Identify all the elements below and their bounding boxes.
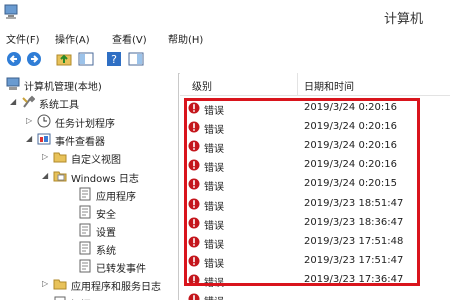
folder-icon: [53, 152, 67, 163]
svg-text:?: ?: [111, 53, 117, 66]
computer-management-icon: [6, 77, 20, 90]
expand-arrow-icon[interactable]: ▷: [42, 152, 51, 162]
subscription-icon: [54, 296, 66, 300]
up-folder-icon[interactable]: [56, 51, 72, 67]
error-icon: [188, 293, 200, 300]
collapse-arrow-icon[interactable]: ◢: [42, 171, 51, 181]
window-title: 计算机: [384, 12, 424, 27]
properties-pane-icon[interactable]: [128, 51, 144, 67]
clock-icon: [37, 114, 51, 128]
collapse-arrow-icon[interactable]: ◢: [10, 97, 19, 107]
show-hide-tree-icon[interactable]: [78, 51, 94, 67]
event-viewer-icon: [37, 133, 51, 145]
folder-icon: [53, 279, 67, 290]
tools-icon: [22, 95, 35, 108]
title-bar: 计算机: [0, 0, 450, 30]
toolbar: ?: [0, 47, 450, 74]
menu-help[interactable]: 帮助(H): [168, 31, 203, 46]
column-header-level[interactable]: 级别: [192, 78, 212, 93]
log-icon: [79, 205, 91, 219]
expand-arrow-icon[interactable]: ▷: [42, 279, 51, 289]
computer-management-icon: [4, 4, 18, 19]
console-tree: 计算机管理(本地) ◢ 系统工具 ▷ 任务计划程序 ◢ 事件查看器 ▷ 自定义视…: [0, 73, 179, 300]
back-arrow-icon[interactable]: [6, 51, 22, 67]
log-icon: [79, 241, 91, 255]
list-header: 级别 日期和时间: [180, 73, 450, 96]
log-icon: [79, 259, 91, 273]
collapse-arrow-icon[interactable]: ◢: [26, 134, 35, 144]
menu-action[interactable]: 操作(A): [55, 31, 90, 46]
highlight-box: [184, 98, 420, 286]
event-level: 错误: [204, 293, 224, 300]
help-icon[interactable]: ?: [106, 51, 122, 67]
log-icon: [79, 223, 91, 237]
event-row[interactable]: 错误: [180, 290, 450, 300]
folder-open-icon: [53, 171, 67, 182]
column-header-datetime[interactable]: 日期和时间: [304, 78, 354, 93]
menu-bar: 文件(F) 操作(A) 查看(V) 帮助(H): [0, 30, 450, 47]
menu-view[interactable]: 查看(V): [112, 31, 147, 46]
forward-arrow-icon[interactable]: [26, 51, 42, 67]
expand-arrow-icon[interactable]: ▷: [26, 116, 35, 126]
column-divider[interactable]: [297, 73, 298, 95]
log-icon: [79, 187, 91, 201]
menu-file[interactable]: 文件(F): [6, 31, 40, 46]
